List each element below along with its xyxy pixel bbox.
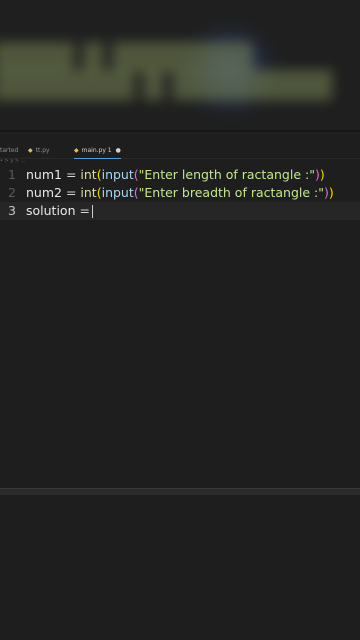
string-token: "Enter breadth of ractangle :" xyxy=(138,185,325,200)
function-token: int xyxy=(80,167,97,182)
paren-token: ) xyxy=(319,167,325,182)
line-number: 1 xyxy=(8,167,16,182)
line-number: 2 xyxy=(8,185,16,200)
code-line[interactable]: 2 num2 = int(input("Enter breadth of rac… xyxy=(0,184,360,202)
blurred-banner: ▓▓▓▓ ▓ ▓▓▓▓▓▓▓ ▓▓▓▓▓▓▓ ▓ ▓▓▓▓▓▓▓▓ xyxy=(0,0,360,138)
breadcrumb[interactable]: • > y > ... xyxy=(0,157,25,165)
code-line-current[interactable]: 3 solution = xyxy=(0,202,360,220)
screen: ▓▓▓▓ ▓ ▓▓▓▓▓▓▓ ▓▓▓▓▓▓▓ ▓ ▓▓▓▓▓▓▓▓ tarted … xyxy=(0,0,360,640)
tab-label: main.py 1 xyxy=(81,147,112,154)
operator-token: = xyxy=(75,203,90,218)
tab-started[interactable]: tarted xyxy=(0,144,18,158)
tab-label: tt.py xyxy=(35,147,50,154)
tab-label: tarted xyxy=(0,147,19,154)
variable-token: num2 xyxy=(26,185,62,200)
function-token: int xyxy=(80,185,97,200)
tab-bar: tarted ◆ tt.py ◆ main.py 1 ● xyxy=(0,144,360,159)
operator-token: = xyxy=(61,167,81,182)
banner-divider xyxy=(0,130,360,132)
text-cursor xyxy=(91,205,93,218)
string-token: "Enter length of ractangle :" xyxy=(138,167,315,182)
operator-token: = xyxy=(61,185,81,200)
python-file-icon: ◆ xyxy=(74,147,79,154)
code-editor[interactable]: 1 num1 = int(input("Enter length of ract… xyxy=(0,166,360,220)
code-line[interactable]: 1 num1 = int(input("Enter length of ract… xyxy=(0,166,360,184)
code-text: solution = xyxy=(26,202,93,220)
python-file-icon: ◆ xyxy=(28,147,33,154)
code-text: num2 = int(input("Enter breadth of racta… xyxy=(26,184,334,202)
tab-main-py[interactable]: ◆ main.py 1 ● xyxy=(74,144,121,159)
tab-tt-py[interactable]: ◆ tt.py xyxy=(28,144,50,158)
bottom-panel[interactable] xyxy=(0,495,360,640)
panel-divider[interactable] xyxy=(0,488,360,495)
function-token: input xyxy=(101,167,134,182)
blurred-overlay: ▓▓▓▓ ▓ ▓▓▓▓▓▓▓ ▓▓▓▓▓▓▓ ▓ ▓▓▓▓▓▓▓▓ xyxy=(0,43,333,101)
line-number: 3 xyxy=(8,203,16,218)
code-text: num1 = int(input("Enter length of ractan… xyxy=(26,166,325,184)
variable-token: num1 xyxy=(26,167,62,182)
modified-dot-icon: ● xyxy=(115,147,121,154)
paren-token: ) xyxy=(328,185,334,200)
variable-token: solution xyxy=(26,203,76,218)
function-token: input xyxy=(101,185,134,200)
